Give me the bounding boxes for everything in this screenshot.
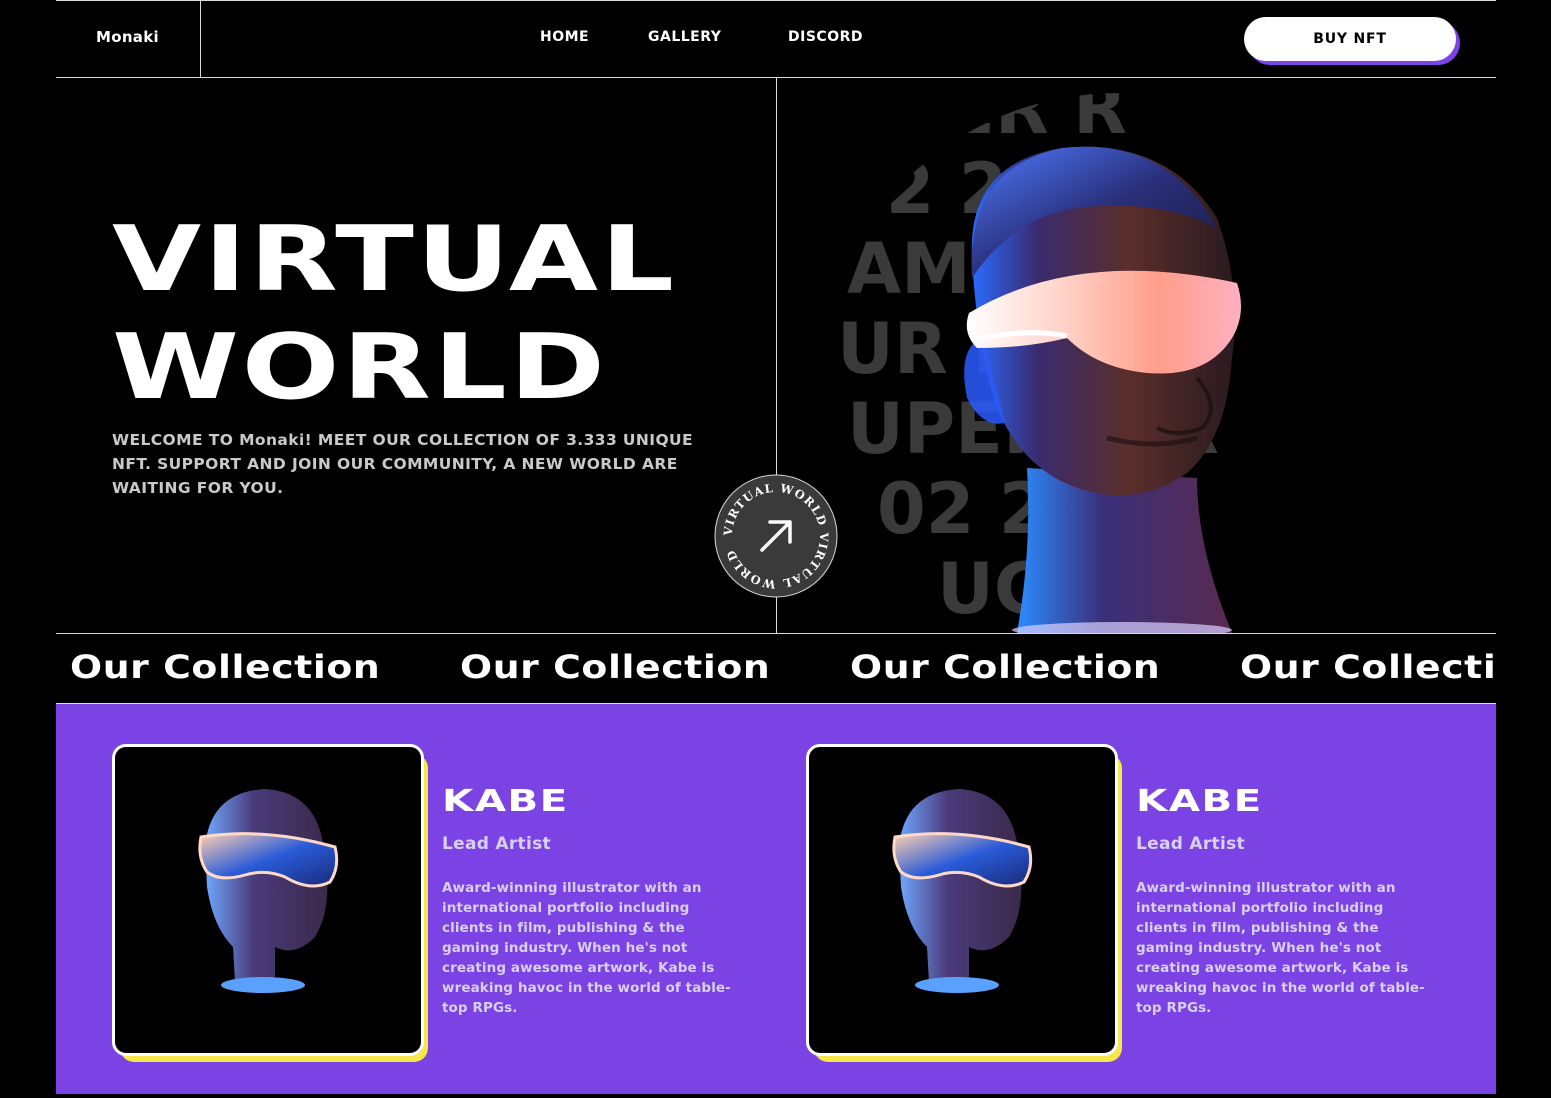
hero-nft-head-image: ER R 02 202 AMEGO UR NFT UPERRAR 02 202 … [837,78,1241,633]
page-frame: Monaki HOME GALLERY DISCORD BUY NFT VIRT… [56,0,1496,1098]
svg-text:ER R: ER R [947,78,1127,150]
nav-discord-link[interactable]: DISCORD [788,29,863,45]
member-bio: Award-winning illustrator with an intern… [442,880,731,1016]
top-border [56,0,1496,1]
arrow-up-right-icon [760,520,792,552]
member-avatar [806,744,1118,1056]
member-card-image [112,744,432,1064]
member-role: Lead Artist [442,834,551,854]
marquee-item: Our Collection [460,648,771,686]
marquee-item: Our Collection [70,648,381,686]
marquee-item: Our Collection [850,648,1161,686]
buy-nft-button[interactable]: BUY NFT [1244,17,1456,61]
member-bio: Award-winning illustrator with an intern… [1136,880,1425,1016]
nav-home-link[interactable]: HOME [540,29,589,45]
nav-gallery-link[interactable]: GALLERY [648,29,721,45]
nft-head-thumbnail [892,789,1033,993]
member-name: KABE [442,784,569,819]
member-card-image [806,744,1126,1064]
hero-description: WELCOME TO Monaki! MEET OUR COLLECTION O… [112,431,693,497]
member-name: KABE [1136,784,1263,819]
virtual-world-badge-button[interactable]: VIRTUAL WORLD VIRTUAL WORLD [714,474,838,598]
member-role: Lead Artist [1136,834,1245,854]
member-avatar [112,744,424,1056]
nft-head-thumbnail [198,789,339,993]
collection-marquee: Our Collection Our Collection Our Collec… [56,634,1496,703]
team-section: KABE Lead Artist Award-winning illustrat… [56,704,1496,1094]
hero-title: VIRTUAL WORLD [112,206,677,422]
hero-title-line2: WORLD [112,315,608,420]
logo[interactable]: Monaki [96,28,159,46]
marquee-item: Our Collection [1240,648,1496,686]
hero-artwork: ER R 02 202 AMEGO UR NFT UPERRAR 02 202 … [777,78,1496,633]
logo-divider [200,0,201,77]
hero-title-line1: VIRTUAL [112,207,677,312]
buy-nft-button-wrap[interactable]: BUY NFT [1244,17,1460,65]
